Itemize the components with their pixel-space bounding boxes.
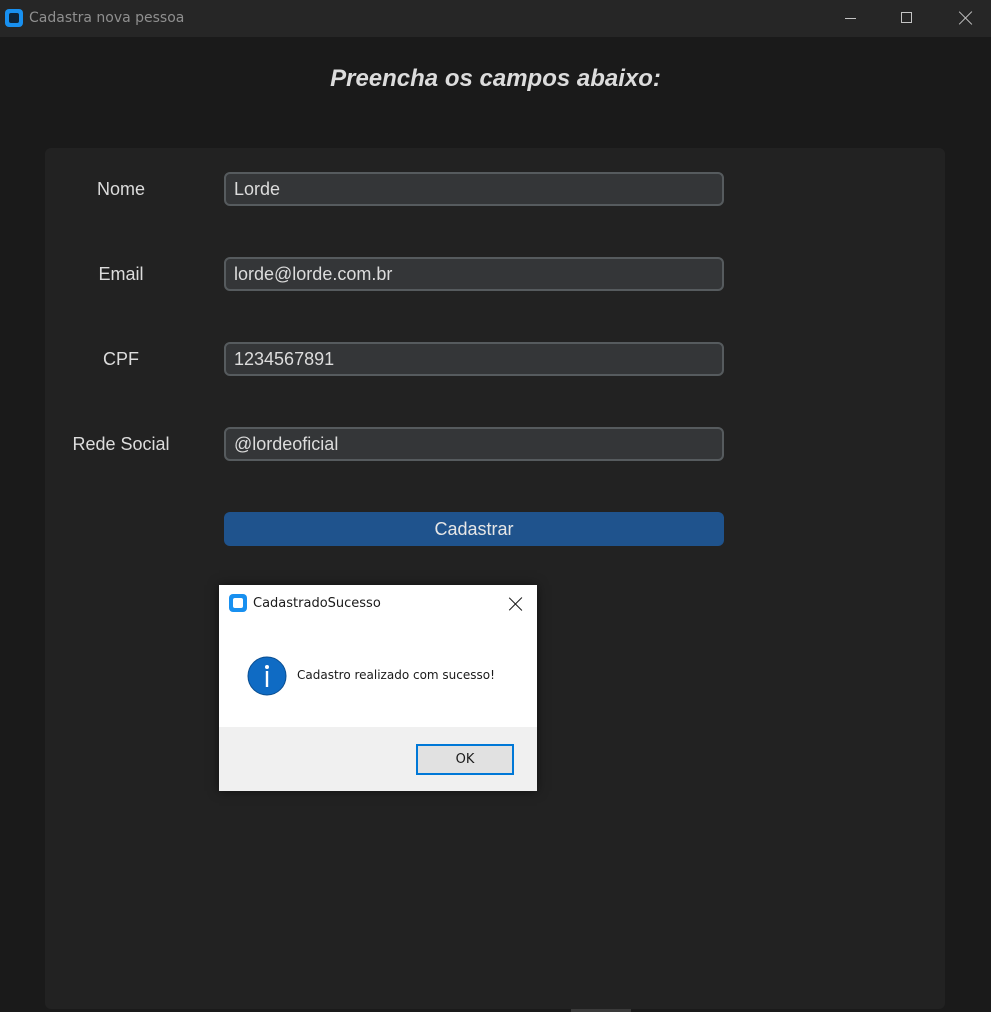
email-input[interactable] [224,257,724,291]
maximize-button[interactable] [879,0,937,37]
info-icon [247,656,287,696]
minimize-button[interactable] [821,0,879,37]
rede-social-input[interactable] [224,427,724,461]
app-icon [5,9,23,27]
close-icon [958,10,974,26]
dialog-footer: OK [219,727,537,791]
dialog-close-icon[interactable] [507,595,525,613]
cadastrar-button[interactable]: Cadastrar [224,512,724,546]
success-dialog: CadastradoSucesso Cadastro realizado com… [219,585,537,791]
dialog-app-icon [229,594,247,612]
nome-label: Nome [96,179,145,199]
cpf-input[interactable] [224,342,724,376]
close-button[interactable] [937,0,991,37]
maximize-icon [901,12,912,23]
minimize-icon [845,18,856,19]
title-bar: Cadastra nova pessoa [0,0,991,37]
nome-input[interactable] [224,172,724,206]
email-label: Email [98,264,144,284]
page-heading: Preencha os campos abaixo: [330,65,661,92]
ok-button[interactable]: OK [416,744,514,775]
window-title: Cadastra nova pessoa [29,10,185,26]
dialog-message: Cadastro realizado com sucesso! [297,668,495,682]
cpf-label: CPF [103,349,139,369]
dialog-title: CadastradoSucesso [253,596,381,611]
rede-social-label: Rede Social [72,434,170,454]
